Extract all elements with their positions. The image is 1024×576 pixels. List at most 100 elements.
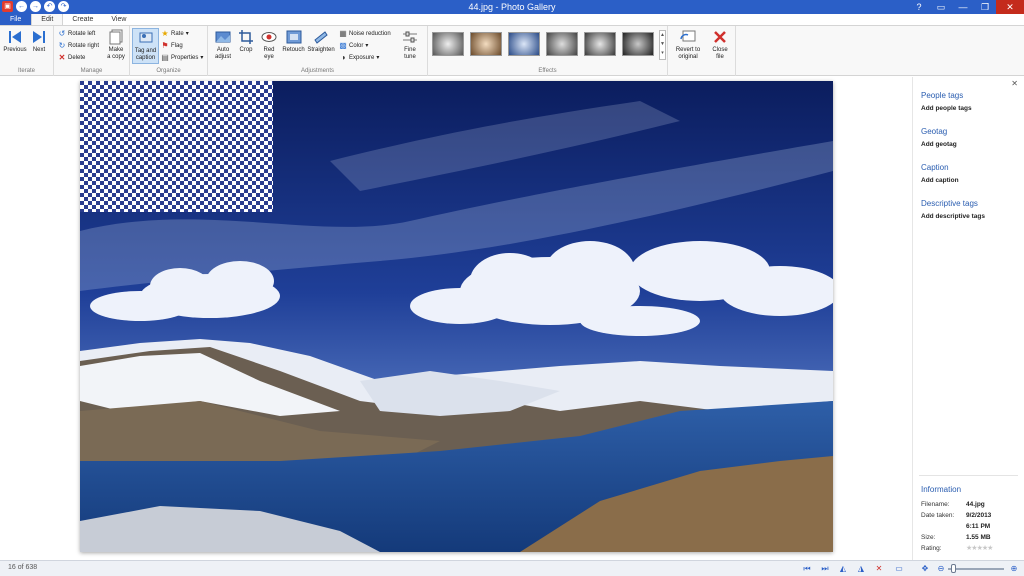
people-tags-heading: People tags [921,91,964,100]
filename-label: Filename: [921,501,950,508]
flag-button[interactable]: ⚑ Flag [161,41,183,51]
date-taken-label: Date taken: [921,512,955,519]
maximize-button[interactable]: ❐ [974,0,996,14]
rotate-right-icon[interactable]: ◮ [855,563,867,575]
star-icon[interactable]: ★ [987,545,993,552]
rotate-right-label: Rotate right [68,43,100,49]
revert-to-original-button[interactable]: Revert to original [671,29,705,61]
first-photo-icon[interactable]: ⏮ [801,563,813,575]
rate-button[interactable]: ★ Rate ▾ [161,29,189,39]
next-button[interactable]: Next [28,29,50,54]
red-eye-label-2: eye [264,54,274,60]
chevron-down-icon: ▾ [185,31,189,37]
iterate-group-label: Iterate [17,68,35,74]
make-copy-label-2: a copy [107,54,125,60]
tab-create[interactable]: Create [63,14,102,25]
date-taken-value: 9/2/2013 [966,512,992,519]
close-file-button[interactable]: Close file [708,29,732,61]
exposure-icon: ◑ [340,53,346,62]
crop-button[interactable]: Crop [236,29,256,54]
copy-icon [107,29,125,45]
minimize-button[interactable]: — [952,0,974,14]
eye-icon [260,29,278,45]
photo-viewer [0,77,912,560]
fit-to-window-icon[interactable]: ✥ [919,563,931,575]
properties-label: Properties [171,55,199,61]
add-descriptive-tags-link[interactable]: Add descriptive tags [921,213,985,220]
rotate-right-button[interactable]: ↻ Rotate right [58,41,99,51]
rotate-right-icon: ↻ [58,41,66,50]
chevron-down-icon: ▾ [376,55,380,61]
close-window-button[interactable]: ✕ [996,0,1024,14]
fine-tune-label-1: Fine [404,47,416,53]
close-file-label-2: file [716,54,724,60]
straighten-icon [312,29,330,45]
rotate-left-icon[interactable]: ◭ [837,563,849,575]
effect-thumbnail[interactable] [508,32,540,56]
fine-tune-icon [401,29,419,45]
tab-view[interactable]: View [102,14,135,25]
add-people-tags-link[interactable]: Add people tags [921,105,972,112]
add-caption-link[interactable]: Add caption [921,177,959,184]
straighten-button[interactable]: Straighten [306,29,336,54]
tab-edit[interactable]: Edit [31,14,64,25]
descriptive-tags-heading: Descriptive tags [921,199,978,208]
next-icon [30,29,48,45]
color-button[interactable]: ▩ Color ▾ [339,41,368,51]
make-copy-label-1: Make [108,47,124,53]
previous-icon [6,29,24,45]
delete-icon[interactable]: ✕ [873,563,885,575]
effect-thumbnail[interactable] [470,32,502,56]
make-copy-button[interactable]: Make a copy [104,29,128,61]
close-pane-button[interactable]: ✕ [1011,79,1018,88]
rotate-left-button[interactable]: ↺ Rotate left [58,29,96,39]
organize-group-label: Organize [156,68,181,74]
help-button[interactable]: ? [908,0,930,14]
title-bar: ▣ ← → ↶ ↷ 44.jpg - Photo Gallery ? ▭ — ❐… [0,0,1024,14]
straighten-label: Straighten [307,47,335,53]
effects-gallery-scroll[interactable]: ▲ ▼ ▾ [659,30,666,60]
crop-label: Crop [239,47,253,53]
add-geotag-link[interactable]: Add geotag [921,141,957,148]
rotate-left-label: Rotate left [68,31,96,37]
auto-adjust-label-2: adjust [214,54,231,60]
group-organize: Tag and caption ★ Rate ▾ ⚑ Flag ▤ Proper… [130,26,208,76]
effect-thumbnail[interactable] [546,32,578,56]
tab-file[interactable]: File [0,14,32,25]
flag-icon: ⚑ [161,41,169,50]
red-eye-button[interactable]: Red eye [258,29,280,61]
color-icon: ▩ [339,41,347,50]
color-label: Color [349,43,364,49]
rating-stars[interactable]: ★★★★★ [966,544,993,552]
zoom-in-icon[interactable]: ⊕ [1008,563,1020,575]
effect-thumbnail[interactable] [432,32,464,56]
ribbon-toggle-button[interactable]: ▭ [930,0,952,14]
slideshow-icon[interactable]: ▭ [893,563,905,575]
effect-thumbnail[interactable] [584,32,616,56]
previous-button[interactable]: Previous [3,29,27,54]
next-label: Next [32,47,46,53]
noise-reduction-label: Noise reduction [349,31,391,37]
zoom-slider-thumb[interactable] [950,564,956,573]
auto-adjust-button[interactable]: Auto adjust [211,29,235,61]
photo-image[interactable] [80,81,833,552]
zoom-out-icon[interactable]: ⊖ [935,563,947,575]
fine-tune-button[interactable]: Fine tune [398,29,422,61]
next-photo-icon[interactable]: ⏭ [819,563,831,575]
photo-count: 16 of 638 [8,564,38,571]
details-pane: ✕ People tags Add people tags Geotag Add… [912,77,1024,560]
previous-label: Previous [3,47,27,53]
noise-reduction-button[interactable]: ▦ Noise reduction [339,29,391,39]
zoom-slider-track[interactable] [948,568,1004,570]
properties-button[interactable]: ▤ Properties ▾ [161,53,203,63]
flag-label: Flag [171,43,183,49]
exposure-button[interactable]: ◑ Exposure ▾ [339,53,380,63]
tag-and-caption-button[interactable]: Tag and caption [132,28,159,64]
revert-label-2: original [678,54,698,60]
effect-thumbnail[interactable] [622,32,654,56]
delete-button[interactable]: ✕ Delete [58,53,86,63]
group-file: Revert to original Close file [668,26,736,76]
retouch-button[interactable]: Retouch [281,29,306,54]
red-eye-label-1: Red [263,47,275,53]
window-title: 44.jpg - Photo Gallery [468,2,556,12]
